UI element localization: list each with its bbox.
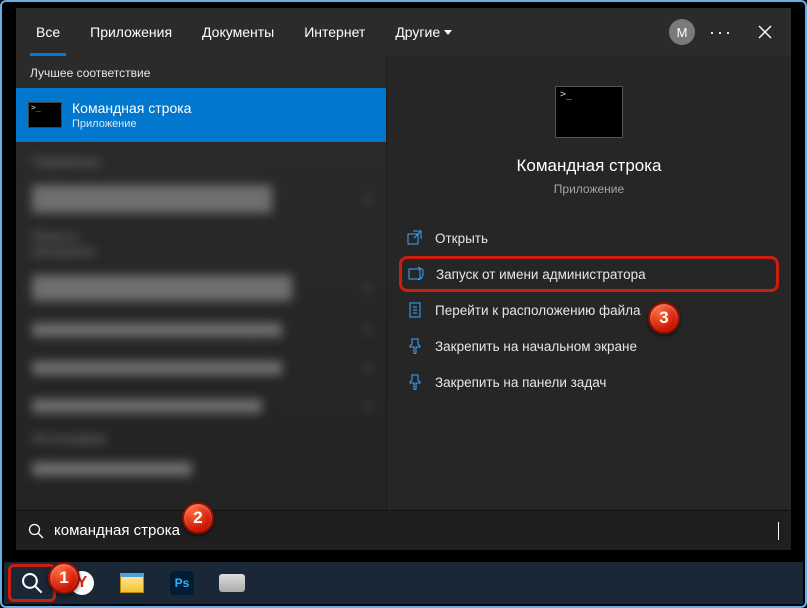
preview-title: Командная строка bbox=[387, 156, 791, 176]
tab-more[interactable]: Другие bbox=[389, 8, 458, 56]
results-column: Лучшее соответствие Командная строка При… bbox=[16, 56, 386, 550]
other-results-blurred: Параметры › Поиск в Интернете › › › › Фо… bbox=[16, 142, 386, 550]
search-input[interactable] bbox=[54, 522, 780, 539]
more-options-button[interactable]: ··· bbox=[709, 22, 733, 43]
action-open-location-label: Перейти к расположению файла bbox=[435, 303, 641, 318]
preview-actions: Открыть Запуск от имени администратора П… bbox=[387, 220, 791, 400]
action-pin-start[interactable]: Закрепить на начальном экране bbox=[399, 328, 779, 364]
taskbar-explorer[interactable] bbox=[108, 563, 156, 603]
chevron-down-icon bbox=[444, 30, 452, 35]
action-open-location[interactable]: Перейти к расположению файла bbox=[399, 292, 779, 328]
preview-pane: Командная строка Приложение Открыть Запу… bbox=[386, 56, 791, 550]
close-button[interactable] bbox=[747, 14, 783, 50]
user-avatar[interactable]: M bbox=[669, 19, 695, 45]
text-caret bbox=[778, 522, 779, 540]
file-location-icon bbox=[407, 302, 423, 318]
open-icon bbox=[407, 230, 423, 246]
taskbar: Y Ps bbox=[4, 562, 803, 604]
search-panel: Все Приложения Документы Интернет Другие… bbox=[16, 8, 791, 550]
admin-icon bbox=[408, 266, 424, 282]
search-icon bbox=[21, 572, 43, 594]
action-run-as-admin-label: Запуск от имени администратора bbox=[436, 267, 646, 282]
close-icon bbox=[758, 25, 772, 39]
search-bar[interactable] bbox=[16, 510, 791, 550]
action-open[interactable]: Открыть bbox=[399, 220, 779, 256]
callout-1: 1 bbox=[48, 562, 80, 594]
explorer-icon bbox=[120, 573, 144, 593]
action-pin-start-label: Закрепить на начальном экране bbox=[435, 339, 637, 354]
cmd-icon bbox=[28, 102, 62, 128]
taskbar-photoshop[interactable]: Ps bbox=[158, 563, 206, 603]
action-run-as-admin[interactable]: Запуск от имени администратора bbox=[399, 256, 779, 292]
filter-tabs: Все Приложения Документы Интернет Другие bbox=[30, 8, 458, 56]
preview-subtitle: Приложение bbox=[387, 182, 791, 196]
action-open-label: Открыть bbox=[435, 231, 488, 246]
callout-2: 2 bbox=[182, 502, 214, 534]
action-pin-taskbar[interactable]: Закрепить на панели задач bbox=[399, 364, 779, 400]
search-icon bbox=[28, 523, 44, 539]
tab-docs[interactable]: Документы bbox=[196, 8, 280, 56]
tab-web[interactable]: Интернет bbox=[298, 8, 371, 56]
pin-taskbar-icon bbox=[407, 374, 423, 390]
window-frame: Все Приложения Документы Интернет Другие… bbox=[0, 0, 807, 608]
result-command-prompt[interactable]: Командная строка Приложение bbox=[16, 88, 386, 142]
callout-3: 3 bbox=[648, 302, 680, 334]
result-subtitle: Приложение bbox=[72, 118, 191, 130]
taskbar-app[interactable] bbox=[208, 563, 256, 603]
app-icon bbox=[219, 574, 245, 592]
search-header: Все Приложения Документы Интернет Другие… bbox=[16, 8, 791, 56]
tab-more-label: Другие bbox=[395, 24, 440, 40]
action-pin-taskbar-label: Закрепить на панели задач bbox=[435, 375, 606, 390]
preview-cmd-icon bbox=[555, 86, 623, 138]
result-title: Командная строка bbox=[72, 100, 191, 116]
best-match-label: Лучшее соответствие bbox=[16, 56, 386, 88]
photoshop-icon: Ps bbox=[170, 571, 194, 595]
tab-all[interactable]: Все bbox=[30, 8, 66, 56]
panel-body: Лучшее соответствие Командная строка При… bbox=[16, 56, 791, 550]
pin-start-icon bbox=[407, 338, 423, 354]
tab-apps[interactable]: Приложения bbox=[84, 8, 178, 56]
